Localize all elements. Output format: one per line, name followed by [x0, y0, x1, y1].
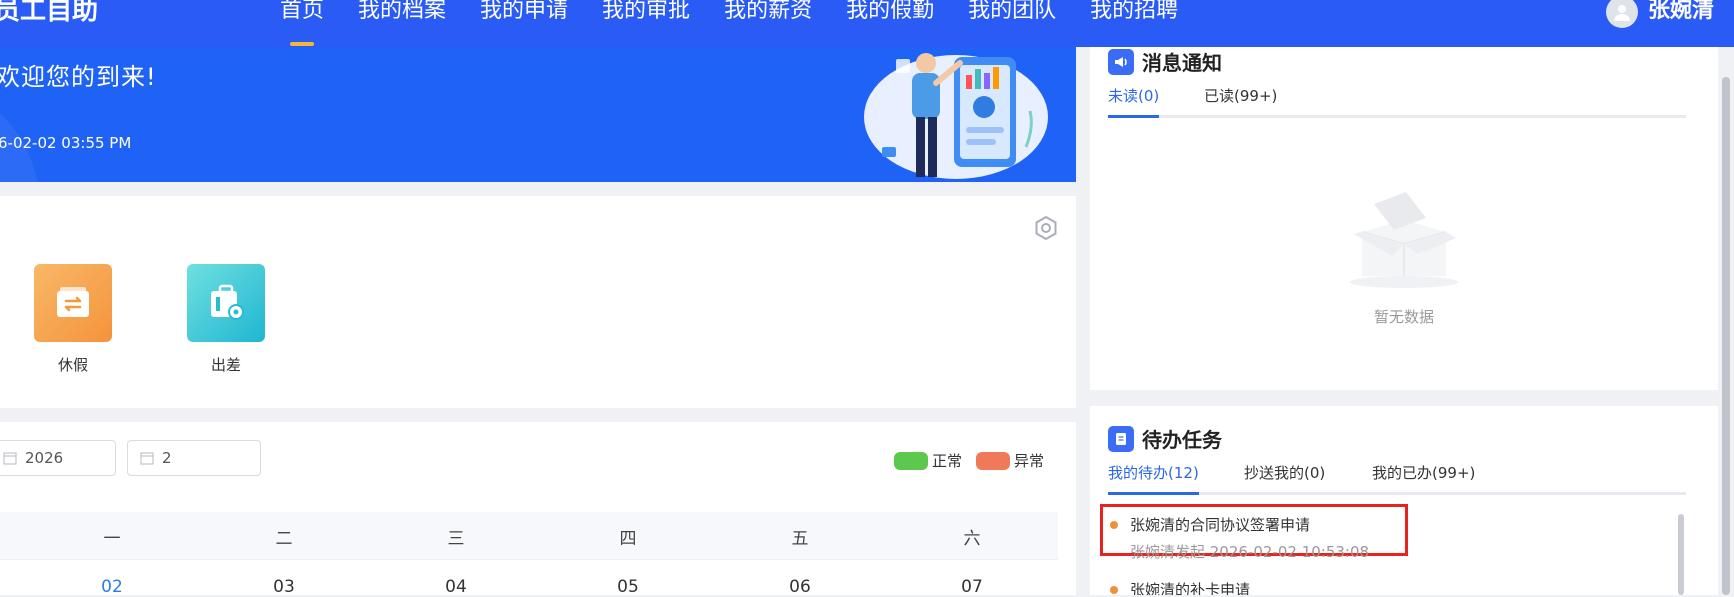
calendar-day[interactable]: 06 — [780, 577, 820, 597]
calendar-day[interactable]: 03 — [264, 577, 304, 597]
app-brand[interactable]: 员工自助 — [0, 0, 98, 24]
legend-normal-label: 正常 — [932, 452, 963, 470]
nav-home[interactable]: 首页 — [268, 0, 336, 46]
tab-my-done[interactable]: 我的已办(99+) — [1372, 462, 1475, 492]
weekday-sat: 六 — [963, 529, 981, 549]
shortcuts-card: 休假 出差 — [0, 196, 1076, 408]
avatar[interactable] — [1605, 0, 1638, 28]
notice-tabs: 未读(0) 已读(99+) — [1108, 85, 1686, 118]
tasks-scrollbar[interactable] — [1678, 514, 1684, 595]
shortcut-leave[interactable]: 休假 — [33, 264, 113, 375]
nav-my-approvals[interactable]: 我的审批 — [590, 0, 702, 46]
notice-title: 消息通知 — [1108, 47, 1222, 76]
user-name[interactable]: 张婉清 — [1648, 0, 1714, 22]
nav-my-attendance[interactable]: 我的假勤 — [834, 0, 946, 46]
welcome-text: 欢迎您的到来! — [0, 63, 157, 91]
status-dot — [1110, 521, 1118, 529]
status-dot — [1110, 586, 1118, 594]
task-item[interactable]: 张婉清的合同协议签署申请 张婉清发起 2026-02-02 10:53:08 — [1110, 514, 1370, 562]
tasks-title-text: 待办任务 — [1142, 428, 1222, 452]
weekday-tue: 二 — [275, 529, 293, 549]
banner-decoration — [0, 77, 40, 182]
nav-my-team[interactable]: 我的团队 — [956, 0, 1068, 46]
legend-abnormal-swatch — [976, 451, 1010, 470]
empty-state-text: 暂无数据 — [1373, 308, 1434, 326]
nav-my-recruitment[interactable]: 我的招聘 — [1078, 0, 1190, 46]
shortcut-business-trip[interactable]: 出差 — [186, 264, 266, 375]
tasks-title: 待办任务 — [1108, 424, 1222, 453]
current-datetime: 6-02-02 03:55 PM — [0, 134, 132, 152]
year-value: 2026 — [25, 449, 64, 467]
business-trip-icon — [187, 264, 265, 342]
calendar-day[interactable]: 05 — [608, 577, 648, 597]
page-scrollbar[interactable] — [1722, 77, 1730, 595]
weekday-thu: 四 — [619, 529, 637, 549]
tab-cc-me[interactable]: 抄送我的(0) — [1244, 462, 1325, 492]
user-icon — [1613, 5, 1630, 21]
legend-abnormal-label: 异常 — [1014, 452, 1045, 470]
tasks-panel: 待办任务 我的待办(12) 抄送我的(0) 我的已办(99+) 张婉清的合同协议… — [1090, 406, 1718, 595]
tasks-tabs: 我的待办(12) 抄送我的(0) 我的已办(99+) — [1108, 462, 1686, 495]
legend-abnormal: 异常 — [976, 450, 1044, 471]
calendar-day[interactable]: 02 — [92, 577, 132, 597]
legend-normal: 正常 — [894, 450, 962, 471]
empty-state: 暂无数据 — [1090, 182, 1718, 327]
weekday-header: 一 二 三 四 五 六 — [0, 512, 1058, 560]
task-title[interactable]: 张婉清的补卡申请 — [1130, 579, 1250, 595]
tab-read[interactable]: 已读(99+) — [1204, 85, 1277, 115]
notice-panel: 消息通知 未读(0) 已读(99+) 暂无数据 — [1090, 47, 1718, 390]
calendar-icon — [3, 452, 17, 465]
weekday-mon: 一 — [103, 529, 121, 549]
user-menu[interactable]: 张婉清 — [1605, 0, 1714, 28]
shortcut-business-trip-label: 出差 — [210, 356, 241, 374]
document-icon — [1108, 425, 1134, 452]
weekday-fri: 五 — [791, 529, 809, 549]
notice-title-text: 消息通知 — [1142, 51, 1222, 75]
nav-my-applications[interactable]: 我的申请 — [468, 0, 580, 46]
calendar-day[interactable]: 04 — [436, 577, 476, 597]
task-meta: 张婉清发起 2026-02-02 10:53:08 — [1130, 543, 1370, 561]
banner-illustration — [864, 53, 1048, 179]
task-title[interactable]: 张婉清的合同协议签署申请 — [1130, 514, 1369, 535]
month-value: 2 — [162, 449, 172, 467]
empty-box-icon — [1350, 192, 1458, 288]
megaphone-icon — [1108, 48, 1134, 75]
nav-my-salary[interactable]: 我的薪资 — [712, 0, 824, 46]
welcome-banner: 欢迎您的到来! 6-02-02 03:55 PM — [0, 47, 1076, 182]
settings-icon[interactable] — [1032, 214, 1060, 242]
weekday-wed: 三 — [447, 529, 465, 549]
top-nav-bar: 员工自助 首页 我的档案 我的申请 我的审批 我的薪资 我的假勤 我的团队 我的… — [0, 0, 1734, 47]
leave-swap-icon — [34, 264, 112, 342]
month-select[interactable]: 2 — [127, 440, 261, 476]
year-select[interactable]: 2026 — [0, 440, 116, 476]
task-item[interactable]: 张婉清的补卡申请 — [1110, 579, 1250, 595]
nav-my-profile[interactable]: 我的档案 — [346, 0, 458, 46]
attendance-calendar: 2026 2 正常 异常 一 二 三 四 五 六 02 03 04 05 06 … — [0, 422, 1076, 597]
tab-unread[interactable]: 未读(0) — [1108, 85, 1160, 118]
tab-my-todo[interactable]: 我的待办(12) — [1108, 462, 1199, 495]
main-menu: 首页 我的档案 我的申请 我的审批 我的薪资 我的假勤 我的团队 我的招聘 — [268, 0, 1200, 46]
legend-normal-swatch — [894, 451, 928, 470]
calendar-icon — [140, 452, 154, 465]
shortcut-leave-label: 休假 — [57, 356, 88, 374]
calendar-day[interactable]: 07 — [952, 577, 992, 597]
